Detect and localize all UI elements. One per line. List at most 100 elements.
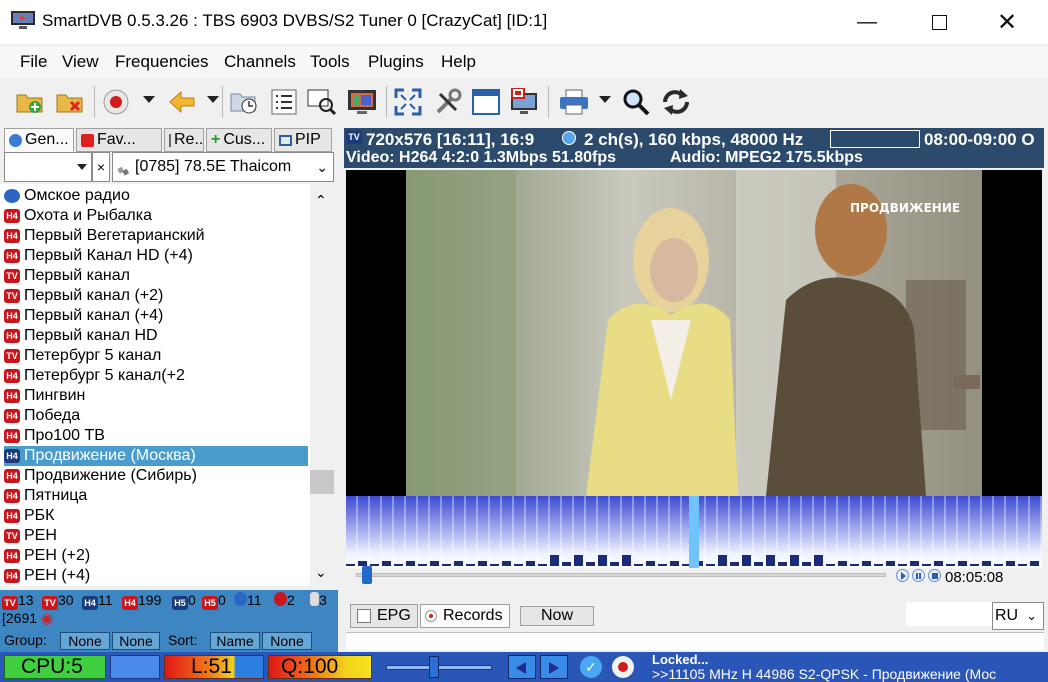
back-dropdown-arrow[interactable] (207, 96, 219, 103)
filter-combo[interactable] (4, 152, 92, 182)
tools-button[interactable] (432, 86, 464, 118)
tab-records[interactable]: Records (420, 604, 510, 628)
spectrum-bar (574, 555, 583, 566)
channel-row[interactable]: H4 Охота и Рыбалка (4, 206, 308, 226)
volume-track[interactable] (386, 665, 492, 670)
spectrum-gridline (608, 496, 610, 568)
previous-channel-button[interactable] (508, 655, 536, 679)
menu-tools[interactable]: Tools (310, 52, 350, 72)
scroll-thumb[interactable] (310, 470, 334, 494)
tab-general[interactable]: Gen... (4, 128, 74, 152)
epg-search-box[interactable] (906, 602, 992, 626)
channel-row[interactable]: H4 Петербург 5 канал(+2 (4, 366, 308, 386)
channel-row[interactable]: H4 Пятница (4, 486, 308, 506)
next-channel-button[interactable] (540, 655, 568, 679)
channel-row[interactable]: H4 РЕН (+4) (4, 566, 308, 586)
search-button[interactable] (620, 86, 652, 118)
channel-row[interactable]: TV Петербург 5 канал (4, 346, 308, 366)
seek-thumb[interactable] (361, 566, 372, 584)
channel-row[interactable]: H4 Первый Канал HD (+4) (4, 246, 308, 266)
channel-row[interactable]: H4 Продвижение (Москва) (4, 446, 308, 466)
hd-channel-icon: H4 (4, 509, 20, 523)
print-dropdown-arrow[interactable] (599, 96, 611, 103)
stop-button[interactable] (928, 569, 941, 582)
close-button[interactable]: ✕ (984, 0, 1030, 44)
satellite-select[interactable]: [0785] 78.5E Thaicom ⌄ (112, 152, 334, 182)
back-button[interactable] (166, 86, 198, 118)
menu-channels[interactable]: Channels (224, 52, 296, 72)
tab-recent[interactable]: Re... (164, 128, 204, 152)
spectrum-gridline (1028, 496, 1030, 568)
fullscreen-button[interactable] (392, 86, 424, 118)
menu-frequencies[interactable]: Frequencies (115, 52, 209, 72)
epg-list[interactable] (346, 632, 1044, 650)
tab-general-label: Gen... (25, 131, 69, 148)
maximize-button[interactable] (916, 0, 962, 44)
menu-help[interactable]: Help (441, 52, 476, 72)
channel-row[interactable]: H4 Про100 ТВ (4, 426, 308, 446)
tab-custom[interactable]: + Cus... (206, 128, 272, 152)
channel-name: Продвижение (Москва) (24, 447, 196, 464)
clear-filter-button[interactable]: × (92, 152, 110, 182)
scheduler-button[interactable] (228, 86, 260, 118)
channel-row[interactable]: H4 Пингвин (4, 386, 308, 406)
record-button[interactable] (100, 86, 132, 118)
scroll-up-icon[interactable]: ⌃ (315, 192, 327, 209)
stop-display-button[interactable] (508, 86, 540, 118)
group-button-2[interactable]: None (112, 632, 160, 650)
spectrum-bar (406, 561, 415, 566)
channel-row[interactable]: H4 Победа (4, 406, 308, 426)
play-button[interactable] (896, 569, 909, 582)
scroll-down-icon[interactable]: ⌄ (315, 564, 327, 581)
toolbar-separator (94, 86, 95, 118)
menu-file[interactable]: File (20, 52, 47, 72)
channel-name: Первый Канал HD (+4) (24, 247, 193, 264)
channel-list-button[interactable] (268, 86, 300, 118)
tab-pip[interactable]: PIP (274, 128, 332, 152)
seek-track[interactable] (356, 573, 886, 577)
channel-row[interactable]: TV РЕН (4, 526, 308, 546)
channel-row[interactable]: H4 Первый канал HD (4, 326, 308, 346)
sort-button-2[interactable]: None (262, 632, 312, 650)
tv-button[interactable] (346, 86, 378, 118)
channel-row[interactable]: H4 РБК (4, 506, 308, 526)
tv-badge-icon: TV (346, 130, 362, 144)
channel-row[interactable]: TV Первый канал (4, 266, 308, 286)
volume-slider[interactable] (428, 656, 439, 678)
video-player[interactable]: ПРОДВИЖЕНИЕ (346, 170, 1042, 496)
spectrum-bar (622, 555, 631, 566)
record-status-button[interactable] (612, 656, 634, 678)
record-dropdown-arrow[interactable] (143, 96, 155, 103)
tv-channel-icon: TV (4, 529, 20, 543)
menu-plugins[interactable]: Plugins (368, 52, 424, 72)
channel-row[interactable]: H4 Продвижение (Сибирь) (4, 466, 308, 486)
open-folder-button[interactable] (14, 86, 46, 118)
language-select[interactable]: RU ⌄ (992, 602, 1044, 630)
channel-row[interactable]: H4 Первый Вегетарианский (4, 226, 308, 246)
channel-row[interactable]: H4 Первый канал (+4) (4, 306, 308, 326)
window-button[interactable] (470, 86, 502, 118)
spectrum-gridline (680, 496, 682, 568)
sort-button-1[interactable]: Name (210, 632, 260, 650)
radio-channel-icon (4, 189, 20, 203)
channel-list[interactable]: Омское радио H4 Охота и Рыбалка H4 Первый Ве… (0, 184, 310, 586)
delete-folder-button[interactable] (54, 86, 86, 118)
channel-list-scrollbar[interactable]: ⌃ ⌄ (310, 184, 334, 586)
minimize-button[interactable]: — (844, 0, 890, 44)
channel-row[interactable]: Омское радио (4, 186, 308, 206)
spectrum-gridline (836, 496, 838, 568)
group-button-1[interactable]: None (60, 632, 110, 650)
epg-now-button[interactable]: Now (520, 606, 594, 626)
print-button[interactable] (558, 86, 590, 118)
check-button[interactable]: ✓ (580, 656, 602, 678)
channel-row[interactable]: H4 РЕН (+2) (4, 546, 308, 566)
scan-button[interactable] (306, 86, 338, 118)
pause-button[interactable] (912, 569, 925, 582)
tab-epg[interactable]: EPG (350, 604, 418, 628)
channel-name: Охота и Рыбалка (24, 207, 152, 224)
tab-favorites[interactable]: Fav... (76, 128, 162, 152)
channel-row[interactable]: TV Первый канал (+2) (4, 286, 308, 306)
menu-view[interactable]: View (62, 52, 99, 72)
refresh-button[interactable] (660, 86, 692, 118)
refresh-icon (663, 89, 689, 115)
